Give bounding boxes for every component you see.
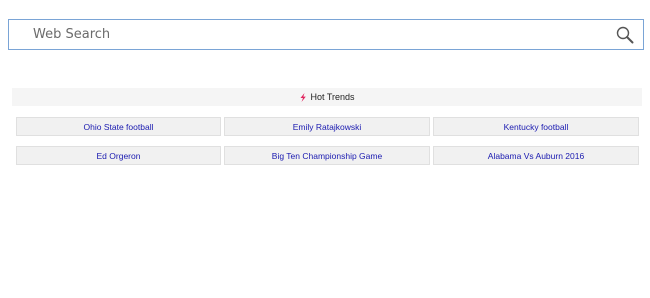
flame-icon <box>299 92 307 102</box>
trend-link[interactable]: Kentucky football <box>433 117 639 136</box>
trends-grid: Ohio State football Emily Ratajkowski Ke… <box>16 117 639 165</box>
hot-trends-title: Hot Trends <box>310 92 355 102</box>
trend-link[interactable]: Ed Orgeron <box>16 146 221 165</box>
hot-trends-header: Hot Trends <box>12 88 642 106</box>
search-box[interactable] <box>8 19 644 50</box>
search-input[interactable] <box>33 20 603 49</box>
magnifier-icon[interactable] <box>615 25 635 45</box>
trend-link[interactable]: Emily Ratajkowski <box>224 117 430 136</box>
trend-link[interactable]: Big Ten Championship Game <box>224 146 430 165</box>
trend-link[interactable]: Alabama Vs Auburn 2016 <box>433 146 639 165</box>
trend-link[interactable]: Ohio State football <box>16 117 221 136</box>
